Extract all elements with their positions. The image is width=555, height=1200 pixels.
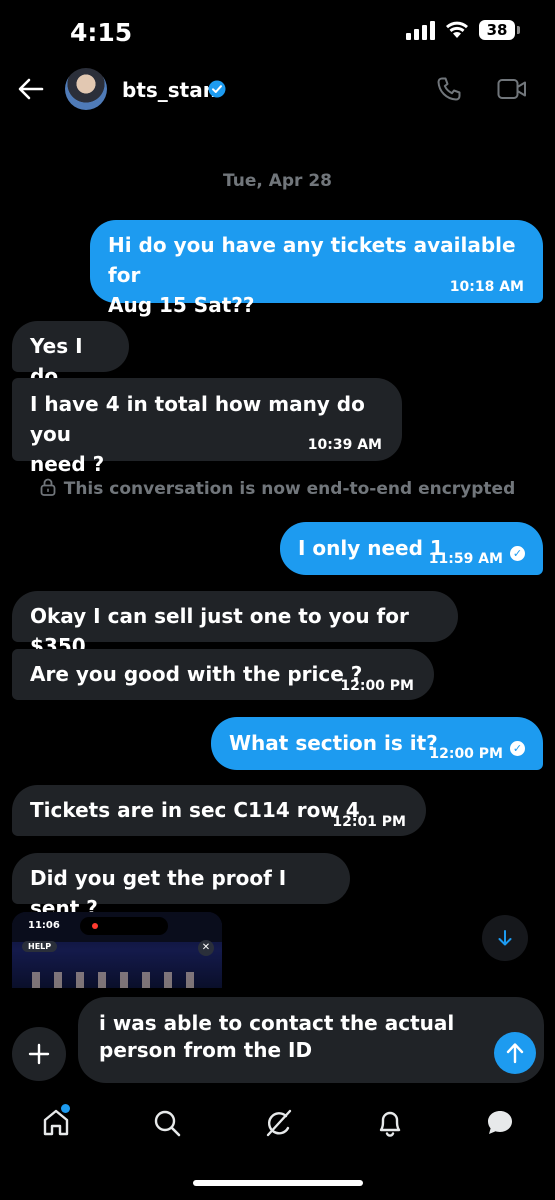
- date-separator: Tue, Apr 28: [222, 171, 333, 191]
- arrow-down-icon: [498, 930, 512, 946]
- home-indicator: [193, 1180, 363, 1186]
- close-icon: ✕: [198, 940, 214, 956]
- preview-dynamic-island: [80, 917, 168, 935]
- preview-time: 11:06: [28, 920, 60, 931]
- video-camera-icon[interactable]: [497, 78, 527, 100]
- arrow-left-icon[interactable]: [18, 78, 44, 100]
- message-timestamp: 10:18 AM: [449, 279, 524, 295]
- wifi-icon: [446, 21, 468, 38]
- home-notification-dot: [61, 1104, 70, 1113]
- message-text-line: Tickets are in sec C114 row 4: [30, 798, 360, 822]
- avatar[interactable]: [65, 68, 107, 110]
- image-attachment[interactable]: 11:06 HELP ✕: [12, 912, 222, 988]
- plus-icon: [28, 1043, 50, 1065]
- send-button[interactable]: [494, 1032, 536, 1074]
- recording-dot-icon: [92, 923, 98, 929]
- search-icon[interactable]: [152, 1108, 182, 1138]
- draft-line: person from the ID: [99, 1038, 313, 1062]
- message-timestamp: 12:00 PM: [340, 678, 414, 694]
- message-text-line: Are you good with the price ?: [30, 662, 363, 686]
- battery-level: 38: [486, 21, 508, 39]
- message-timestamp: 11:59 AM: [428, 551, 503, 567]
- bell-icon[interactable]: [376, 1108, 404, 1138]
- message-bubble-sent[interactable]: Hi do you have any tickets available for…: [90, 220, 543, 317]
- scroll-to-bottom-button[interactable]: [482, 915, 528, 961]
- message-bubble-received[interactable]: I have 4 in total how many do you need ?…: [12, 378, 402, 476]
- draft-line: i was able to contact the actual: [99, 1011, 455, 1035]
- message-bubble-received[interactable]: Okay I can sell just one to you for $350: [12, 591, 458, 658]
- message-timestamp: 12:01 PM: [332, 814, 406, 830]
- status-time: 4:15: [70, 18, 133, 47]
- battery-icon: 38: [479, 20, 520, 40]
- message-text-line: What section is it?: [229, 731, 438, 755]
- arrow-up-icon: [506, 1043, 524, 1064]
- grok-icon[interactable]: [264, 1108, 294, 1138]
- phone-icon[interactable]: [436, 76, 462, 102]
- cellular-signal-icon: [406, 20, 435, 40]
- message-bubble-received[interactable]: Did you get the proof I sent ?: [12, 853, 350, 920]
- message-input-text[interactable]: i was able to contact the actual person …: [99, 1010, 479, 1064]
- message-bubble-sent[interactable]: What section is it? 12:00 PM ✓: [211, 717, 543, 770]
- message-bubble-received[interactable]: Yes I do: [12, 321, 129, 388]
- read-receipt-icon: ✓: [510, 741, 525, 756]
- encryption-notice-text: This conversation is now end-to-end encr…: [63, 479, 516, 499]
- status-icons: 38: [406, 20, 520, 40]
- message-bubble-received[interactable]: Are you good with the price ? 12:00 PM: [12, 649, 434, 700]
- message-bubble-sent[interactable]: I only need 1 11:59 AM ✓: [280, 522, 543, 575]
- add-attachment-button[interactable]: [12, 1027, 66, 1081]
- encryption-notice: This conversation is now end-to-end encr…: [0, 478, 555, 499]
- message-text-line: I only need 1: [298, 536, 444, 560]
- messages-icon[interactable]: [485, 1108, 515, 1138]
- verified-badge-icon: [208, 80, 226, 98]
- preview-help-label: HELP: [22, 941, 58, 952]
- read-receipt-icon: ✓: [510, 546, 525, 561]
- message-timestamp: 12:00 PM: [429, 746, 503, 762]
- contact-username[interactable]: bts_stan: [122, 78, 217, 102]
- message-timestamp: 10:39 AM: [307, 437, 382, 453]
- preview-figures: [32, 972, 202, 988]
- lock-icon: [40, 478, 56, 496]
- message-bubble-received[interactable]: Tickets are in sec C114 row 4 12:01 PM: [12, 785, 426, 836]
